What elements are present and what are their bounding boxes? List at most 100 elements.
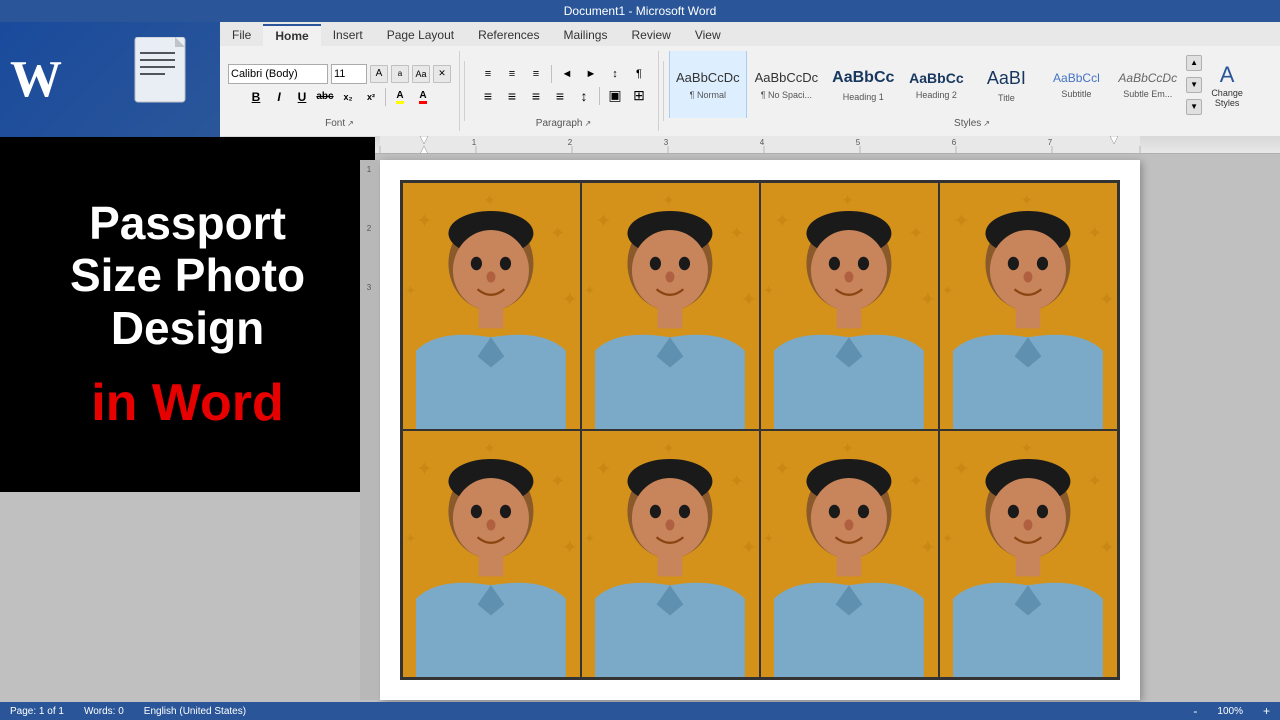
svg-text:✦: ✦ <box>763 283 774 298</box>
tab-references[interactable]: References <box>466 24 551 46</box>
svg-text:✦: ✦ <box>1098 537 1115 559</box>
paragraph-expand-icon[interactable]: ↗ <box>585 119 592 128</box>
photo-cell-1-2: ✦ ✦ ✦ ✦ ✦ ✦ ✦ <box>581 182 760 430</box>
align-right-btn[interactable]: ≡ <box>525 85 547 107</box>
style-subtitle[interactable]: AaBbCcl Subtitle <box>1042 51 1110 118</box>
svg-text:3: 3 <box>664 138 669 147</box>
photo-2-2: ✦ ✦ ✦ ✦ ✦ ✦ ✦ <box>582 431 759 677</box>
style-no-spacing-preview: AaBbCcDc <box>755 69 819 87</box>
style-no-spacing[interactable]: AaBbCcDc ¶ No Spaci... <box>749 51 825 118</box>
zoom-in-btn[interactable]: + <box>1263 704 1270 718</box>
styles-scroll-up[interactable]: ▲ <box>1186 55 1202 71</box>
tab-file[interactable]: File <box>220 24 263 46</box>
style-subtle-em[interactable]: AaBbCcDc Subtle Em... <box>1112 51 1183 118</box>
style-normal[interactable]: AaBbCcDc ¶ Normal <box>669 51 747 118</box>
style-subtitle-name: Subtitle <box>1061 89 1091 99</box>
superscript-btn[interactable]: x² <box>360 86 382 108</box>
shading-btn[interactable]: ▣ <box>604 85 626 107</box>
subscript-btn[interactable]: x₂ <box>337 86 359 108</box>
svg-text:✦: ✦ <box>405 283 416 298</box>
bullets-btn[interactable]: ≡ <box>477 65 499 83</box>
style-title-name: Title <box>998 93 1015 103</box>
font-expand-icon[interactable]: ↗ <box>347 119 354 128</box>
title-bar: Document1 - Microsoft Word <box>0 0 1280 22</box>
justify-btn[interactable]: ≡ <box>549 85 571 107</box>
show-hide-btn[interactable]: ¶ <box>628 65 650 83</box>
style-subtle-em-name: Subtle Em... <box>1123 89 1172 99</box>
style-heading1-name: Heading 1 <box>843 92 884 102</box>
svg-text:✦: ✦ <box>483 440 496 457</box>
svg-text:✦: ✦ <box>740 537 757 559</box>
svg-text:✦: ✦ <box>763 531 774 546</box>
italic-btn[interactable]: I <box>268 86 290 108</box>
photo-grid: ✦ ✦ ✦ ✦ ✦ ✦ ✦ <box>400 180 1120 680</box>
increase-indent-btn[interactable]: ► <box>580 65 602 83</box>
tab-page-layout[interactable]: Page Layout <box>375 24 466 46</box>
title-text: Document1 - Microsoft Word <box>564 4 717 18</box>
svg-text:✦: ✦ <box>908 471 923 491</box>
style-normal-preview: AaBbCcDc <box>676 69 740 87</box>
styles-scroll: ▲ ▼ ▼ <box>1186 55 1202 115</box>
photo-cell-1-3: ✦ ✦ ✦ ✦ ✦ ✦ ✦ <box>760 182 939 430</box>
svg-text:✦: ✦ <box>919 289 936 311</box>
photo-cell-2-2: ✦ ✦ ✦ ✦ ✦ ✦ ✦ <box>581 430 760 678</box>
left-margin-ruler: 1 2 3 <box>360 160 378 700</box>
style-heading2-preview: AaBbCc <box>909 69 963 89</box>
underline-btn[interactable]: U <box>291 86 313 108</box>
svg-text:✦: ✦ <box>841 192 854 209</box>
tab-insert[interactable]: Insert <box>321 24 375 46</box>
svg-text:6: 6 <box>952 138 957 147</box>
svg-text:✦: ✦ <box>740 289 757 311</box>
photo-cell-1-4: ✦ ✦ ✦ ✦ ✦ ✦ ✦ <box>939 182 1118 430</box>
style-heading2[interactable]: AaBbCc Heading 2 <box>902 51 970 118</box>
tab-mailings[interactable]: Mailings <box>551 24 619 46</box>
styles-scroll-down[interactable]: ▼ <box>1186 77 1202 93</box>
change-case-btn[interactable]: Aa <box>412 65 430 83</box>
font-size-selector[interactable] <box>331 64 367 84</box>
svg-text:✦: ✦ <box>774 211 791 233</box>
svg-text:✦: ✦ <box>662 192 675 209</box>
font-color-btn[interactable]: A <box>412 86 434 108</box>
svg-text:✦: ✦ <box>1020 192 1033 209</box>
svg-text:✦: ✦ <box>729 471 744 491</box>
svg-text:✦: ✦ <box>1087 223 1102 243</box>
multilevel-list-btn[interactable]: ≡ <box>525 65 547 83</box>
photo-1-1: ✦ ✦ ✦ ✦ ✦ ✦ ✦ <box>403 183 580 429</box>
document-icon <box>130 37 200 122</box>
shrink-font-btn[interactable]: a <box>391 65 409 83</box>
svg-text:5: 5 <box>856 138 861 147</box>
photo-1-2: ✦ ✦ ✦ ✦ ✦ ✦ ✦ <box>582 183 759 429</box>
tab-view[interactable]: View <box>683 24 733 46</box>
decrease-indent-btn[interactable]: ◄ <box>556 65 578 83</box>
align-center-btn[interactable]: ≡ <box>501 85 523 107</box>
photo-cell-2-4: ✦ ✦ ✦ ✦ ✦ ✦ ✦ <box>939 430 1118 678</box>
title-panel: Passport Size Photo Design in Word <box>0 137 375 492</box>
numbered-list-btn[interactable]: ≡ <box>501 65 523 83</box>
font-selector[interactable] <box>228 64 328 84</box>
sort-btn[interactable]: ↕ <box>604 65 626 83</box>
grow-font-btn[interactable]: A <box>370 65 388 83</box>
text-highlight-btn[interactable]: A <box>389 86 411 108</box>
styles-expand-icon[interactable]: ↗ <box>983 119 990 128</box>
style-heading1[interactable]: AaBbCc Heading 1 <box>826 51 900 118</box>
borders-btn[interactable]: ⊞ <box>628 85 650 107</box>
svg-text:2: 2 <box>568 138 573 147</box>
bold-btn[interactable]: B <box>245 86 267 108</box>
line-spacing-btn[interactable]: ↕ <box>573 85 595 107</box>
svg-text:✦: ✦ <box>416 459 433 481</box>
tab-review[interactable]: Review <box>619 24 682 46</box>
clear-format-btn[interactable]: ✕ <box>433 65 451 83</box>
word-logo-area: W <box>0 22 220 137</box>
zoom-out-btn[interactable]: - <box>1193 704 1197 718</box>
tab-home[interactable]: Home <box>263 24 320 46</box>
style-title[interactable]: AaBI Title <box>972 51 1040 118</box>
align-left-btn[interactable]: ≡ <box>477 85 499 107</box>
styles-more[interactable]: ▼ <box>1186 99 1202 115</box>
svg-text:✦: ✦ <box>561 537 578 559</box>
change-styles-label: Change Styles <box>1211 88 1243 108</box>
svg-text:1: 1 <box>472 138 477 147</box>
change-styles-btn[interactable]: A Change Styles <box>1202 58 1252 112</box>
svg-text:✦: ✦ <box>908 223 923 243</box>
status-bar: Page: 1 of 1 Words: 0 English (United St… <box>0 702 1280 720</box>
strikethrough-btn[interactable]: abc <box>314 86 336 108</box>
